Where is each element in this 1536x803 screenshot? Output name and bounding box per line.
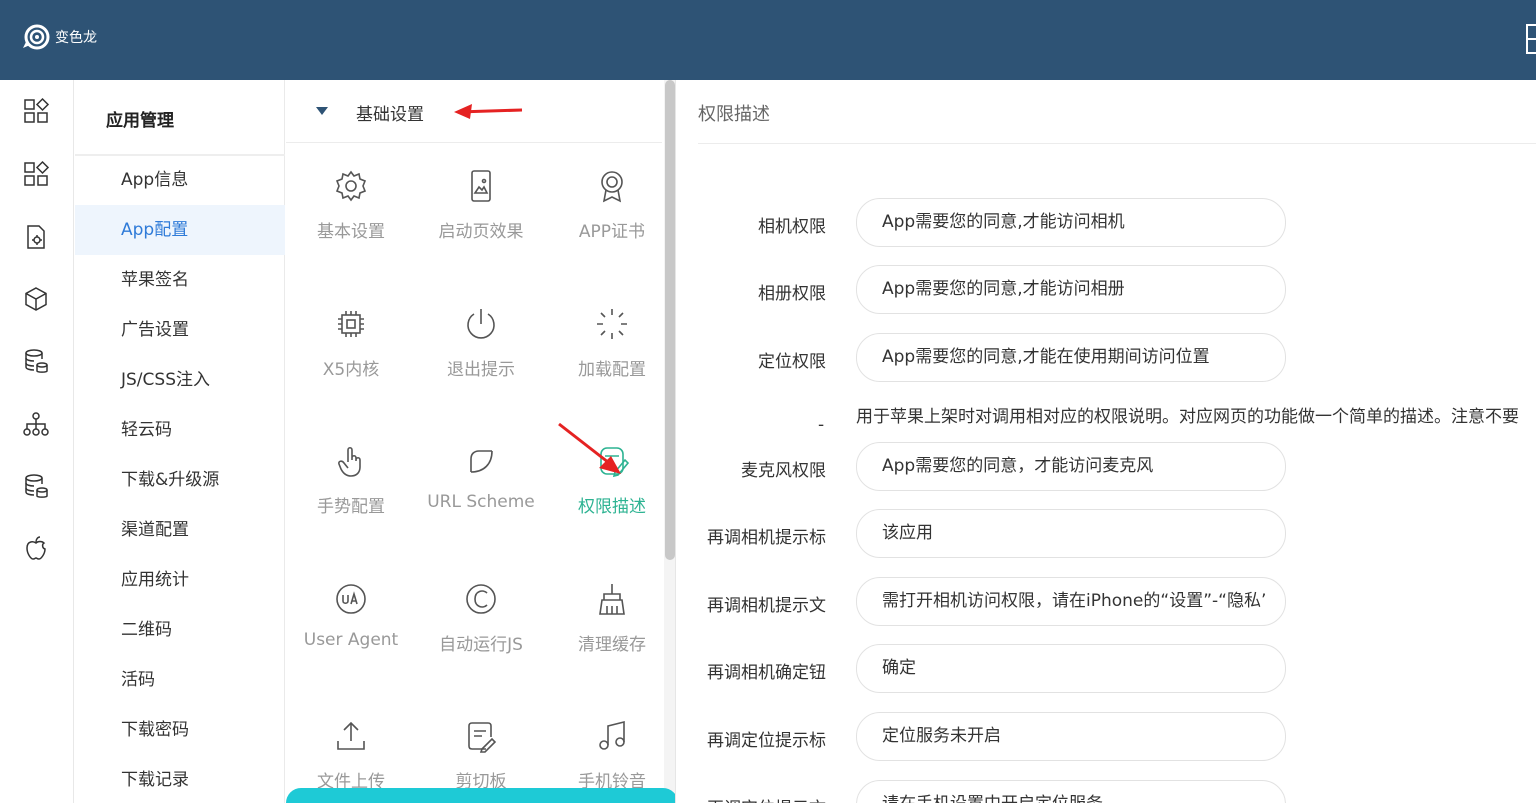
apps-icon[interactable] bbox=[21, 159, 51, 189]
chameleon-logo-icon bbox=[23, 24, 50, 50]
feature-tile-label: URL Scheme bbox=[427, 492, 535, 512]
subnav-item[interactable]: 下载记录 bbox=[75, 755, 285, 803]
subnav-title: 应用管理 bbox=[106, 111, 174, 131]
permission-text-input[interactable]: 请在手机设置中开启定位服务 bbox=[856, 780, 1286, 803]
annotation-arrow bbox=[454, 104, 523, 119]
clipboard-edit-icon bbox=[468, 722, 497, 753]
divider bbox=[698, 143, 1536, 144]
field-label: 相册权限 bbox=[758, 284, 826, 304]
field-label: 再调相机确定钮 bbox=[707, 663, 826, 683]
subnav-item[interactable]: 应用统计 bbox=[75, 555, 285, 605]
broom-icon bbox=[599, 583, 625, 615]
sitemap-icon[interactable] bbox=[21, 409, 51, 439]
field-label: 再调定位提示标 bbox=[707, 731, 826, 751]
bottom-action-bar[interactable] bbox=[286, 788, 675, 803]
help-dash: - bbox=[818, 415, 825, 435]
feature-tile[interactable]: 启动页效果 bbox=[416, 145, 546, 255]
permission-text-input[interactable]: App需要您的同意,才能访问相机 bbox=[856, 198, 1286, 247]
subnav-item[interactable]: 下载密码 bbox=[75, 705, 285, 755]
apps-icon[interactable] bbox=[21, 96, 51, 126]
apple-icon[interactable] bbox=[21, 533, 51, 563]
subnav-item[interactable]: 轻云码 bbox=[75, 405, 285, 455]
subnav-item[interactable]: 苹果签名 bbox=[75, 255, 285, 305]
database-icon[interactable] bbox=[21, 346, 51, 376]
scrollbar-thumb[interactable] bbox=[665, 80, 675, 560]
page-title: 权限描述 bbox=[698, 104, 770, 125]
field-label: 再调定位提示文 bbox=[678, 794, 826, 803]
feature-tile-label: User Agent bbox=[303, 629, 399, 650]
feature-tile-label: 加载配置 bbox=[578, 359, 646, 380]
field-label: 定位权限 bbox=[758, 352, 826, 372]
feature-tile-label: 退出提示 bbox=[447, 359, 515, 380]
subnav-item[interactable]: 活码 bbox=[75, 655, 285, 705]
permission-text-input[interactable]: App需要您的同意,才能在使用期间访问位置 bbox=[856, 333, 1286, 382]
subnav-item[interactable]: 广告设置 bbox=[75, 305, 285, 355]
feature-tile[interactable]: 加载配置 bbox=[547, 283, 675, 393]
feature-tile[interactable]: 文件上传 bbox=[286, 695, 416, 803]
subnav-item[interactable]: JS/CSS注入 bbox=[75, 355, 285, 405]
upload-icon bbox=[337, 721, 365, 750]
hand-pointer-icon bbox=[338, 446, 361, 477]
subnav-item[interactable]: App信息 bbox=[75, 155, 285, 205]
feature-tile-label: 基本设置 bbox=[317, 222, 385, 242]
field-label: 麦克风权限 bbox=[741, 461, 826, 481]
cube-icon[interactable] bbox=[21, 284, 51, 314]
feature-tile[interactable]: APP证书 bbox=[547, 145, 675, 255]
feature-tile-label: X5内核 bbox=[322, 359, 380, 380]
feature-tile[interactable]: 手机铃音 bbox=[547, 695, 675, 803]
power-icon bbox=[467, 308, 495, 339]
feature-tile-label: 清理缓存 bbox=[578, 634, 646, 655]
database-icon[interactable] bbox=[21, 471, 51, 501]
feature-tile[interactable]: X5内核 bbox=[286, 283, 416, 393]
icon-rail bbox=[0, 80, 74, 803]
field-label: 相机权限 bbox=[758, 217, 826, 237]
chip-icon bbox=[338, 310, 364, 337]
feature-tile[interactable]: User Agent bbox=[286, 558, 416, 668]
feature-tile[interactable]: 基本设置 bbox=[286, 145, 416, 255]
help-text: 用于苹果上架时对调用相对应的权限说明。对应网页的功能做一个简单的描述。注意不要 bbox=[856, 407, 1519, 427]
feature-tile[interactable]: 清理缓存 bbox=[547, 558, 675, 668]
document-settings-icon[interactable] bbox=[21, 222, 51, 252]
app-logo-text: 变色龙 bbox=[55, 30, 97, 46]
feature-tile[interactable]: 剪切板 bbox=[416, 695, 546, 803]
phone-image-icon bbox=[471, 170, 491, 202]
certificate-icon bbox=[601, 171, 623, 203]
layout-toggle-icon[interactable] bbox=[1526, 24, 1536, 54]
subnav-item[interactable]: App配置 bbox=[75, 205, 285, 255]
feature-tile-label: 启动页效果 bbox=[438, 222, 524, 242]
field-label: 再调相机提示文 bbox=[707, 596, 826, 616]
annotation-arrow bbox=[558, 422, 621, 474]
permission-text-input[interactable]: App需要您的同意，才能访问麦克风 bbox=[856, 442, 1286, 491]
permission-form: 权限描述 相机权限 App需要您的同意,才能访问相机相册权限 App需要您的同意,才… bbox=[678, 80, 1536, 803]
permission-text-input[interactable]: 该应用 bbox=[856, 509, 1286, 558]
subnav-item[interactable]: 下载&升级源 bbox=[75, 455, 285, 505]
subnav-item[interactable]: 二维码 bbox=[75, 605, 285, 655]
sub-navigation: 应用管理 App信息 App配置 苹果签名 广告设置 JS/CSS注入 轻云码 下载&升级源… bbox=[75, 80, 285, 803]
subnav-item[interactable]: 渠道配置 bbox=[75, 505, 285, 555]
music-icon bbox=[599, 720, 625, 750]
feature-tile-label: 手势配置 bbox=[317, 497, 385, 517]
feature-tile[interactable]: 退出提示 bbox=[416, 283, 546, 393]
app-logo[interactable]: 变色龙 bbox=[22, 22, 97, 52]
field-label: 再调相机提示标 bbox=[707, 528, 826, 548]
permission-text-input[interactable]: App需要您的同意,才能访问相册 bbox=[856, 265, 1286, 314]
link-c-icon bbox=[470, 450, 493, 473]
caret-down-icon[interactable] bbox=[316, 107, 328, 115]
section-label: 基础设置 bbox=[356, 105, 424, 125]
feature-tile[interactable]: URL Scheme bbox=[416, 420, 546, 530]
permission-text-input[interactable]: 确定 bbox=[856, 644, 1286, 693]
permission-text-input[interactable]: 定位服务未开启 bbox=[856, 712, 1286, 761]
top-header: 变色龙 bbox=[0, 0, 1536, 80]
loading-icon bbox=[597, 308, 627, 339]
permission-text-input[interactable]: 需打开相机访问权限，请在iPhone的“设置”-“隐私’ bbox=[856, 577, 1286, 626]
copyright-icon bbox=[466, 583, 496, 614]
feature-tile[interactable]: 手势配置 bbox=[286, 420, 416, 530]
ua-icon bbox=[336, 583, 366, 614]
feature-tile-label: 权限描述 bbox=[578, 497, 646, 517]
feature-tile-label: 自动运行JS bbox=[439, 634, 523, 655]
feature-tile[interactable]: 自动运行JS bbox=[416, 558, 546, 668]
gear-icon bbox=[335, 170, 367, 202]
feature-tile-label: APP证书 bbox=[578, 222, 646, 242]
